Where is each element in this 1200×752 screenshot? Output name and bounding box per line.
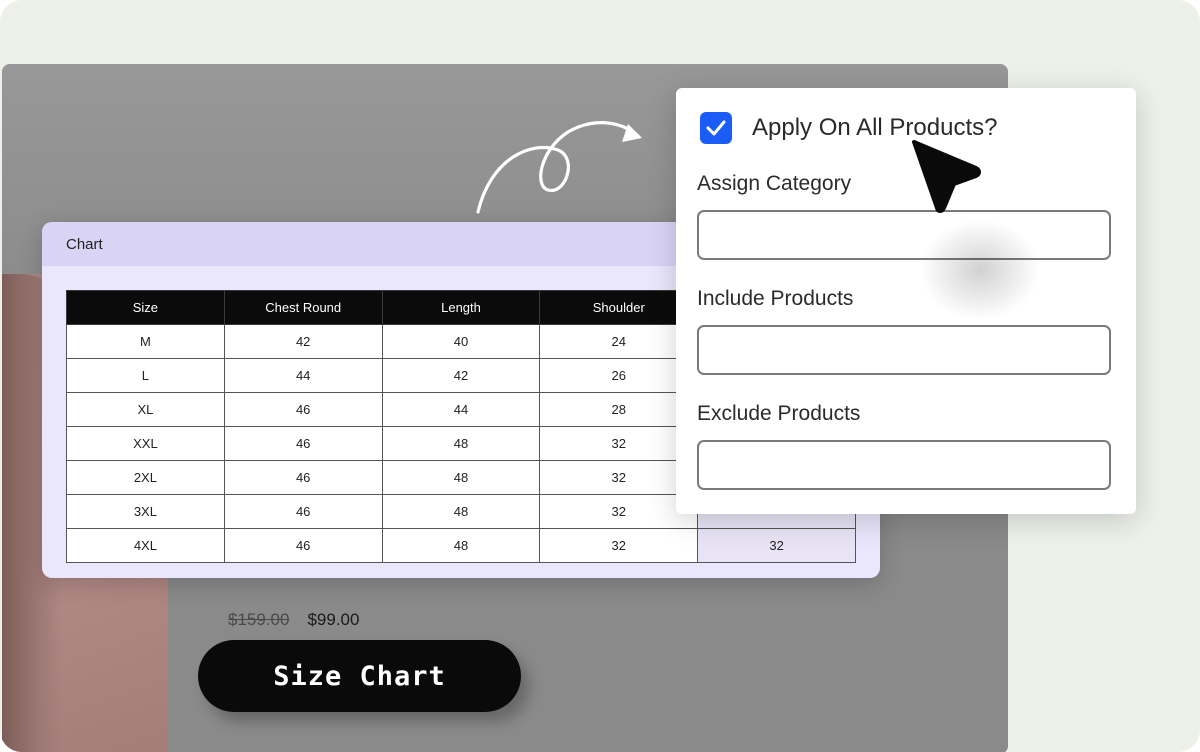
table-cell: 32: [539, 494, 699, 529]
check-icon: [706, 120, 726, 136]
table-cell: XL: [66, 392, 225, 427]
table-cell: 32: [539, 528, 699, 563]
table-cell: 44: [381, 392, 541, 427]
table-cell: 46: [223, 392, 383, 427]
table-cell: 46: [223, 426, 383, 461]
table-cell: 46: [223, 494, 383, 529]
chart-modal-title: Chart: [66, 235, 103, 253]
table-cell: 42: [223, 324, 383, 359]
settings-panel: Apply On All Products? Assign Category I…: [676, 88, 1136, 514]
table-cell: 4XL: [66, 528, 225, 563]
table-cell: 48: [381, 426, 541, 461]
table-cell: 46: [223, 460, 383, 495]
table-cell: 32: [539, 426, 699, 461]
assign-category-label: Assign Category: [697, 172, 852, 195]
table-cell: 2XL: [66, 460, 225, 495]
pointer-arrow-icon: [912, 140, 981, 213]
column-header: Shoulder: [539, 290, 699, 325]
column-header: Chest Round: [223, 290, 383, 325]
cursor-shadow: [920, 220, 1040, 320]
exclude-products-label: Exclude Products: [697, 402, 861, 425]
price-new: $99.00: [307, 610, 360, 629]
include-products-input[interactable]: [697, 325, 1111, 375]
table-cell: 3XL: [66, 494, 225, 529]
size-chart-button[interactable]: Size Chart: [198, 640, 521, 712]
table-cell: 48: [381, 528, 541, 563]
table-cell: 48: [381, 494, 541, 529]
table-cell: 42: [381, 358, 541, 393]
include-products-label: Include Products: [697, 287, 854, 310]
price-row: $159.00 $99.00: [228, 610, 359, 630]
table-cell: 28: [539, 392, 699, 427]
table-cell: 40: [381, 324, 541, 359]
price-old: $159.00: [228, 610, 290, 629]
table-cell: 46: [223, 528, 383, 563]
assign-category-input[interactable]: [697, 210, 1111, 260]
table-row: 4XL 46 48 32 32: [66, 528, 856, 563]
table-cell: 44: [223, 358, 383, 393]
table-cell: L: [66, 358, 225, 393]
table-cell: XXL: [66, 426, 225, 461]
table-cell: M: [66, 324, 225, 359]
apply-all-checkbox[interactable]: [700, 112, 732, 144]
curly-arrow-icon: [476, 121, 642, 214]
column-header: Size: [66, 290, 225, 325]
table-cell: 48: [381, 460, 541, 495]
canvas-background: $159.00 $99.00 Size Chart Chart Size Che…: [0, 0, 1200, 752]
table-cell: 32: [539, 460, 699, 495]
exclude-products-input[interactable]: [697, 440, 1111, 490]
table-cell: 24: [539, 324, 699, 359]
table-cell: 26: [539, 358, 699, 393]
column-header: Length: [381, 290, 541, 325]
table-cell: 32: [697, 528, 856, 563]
